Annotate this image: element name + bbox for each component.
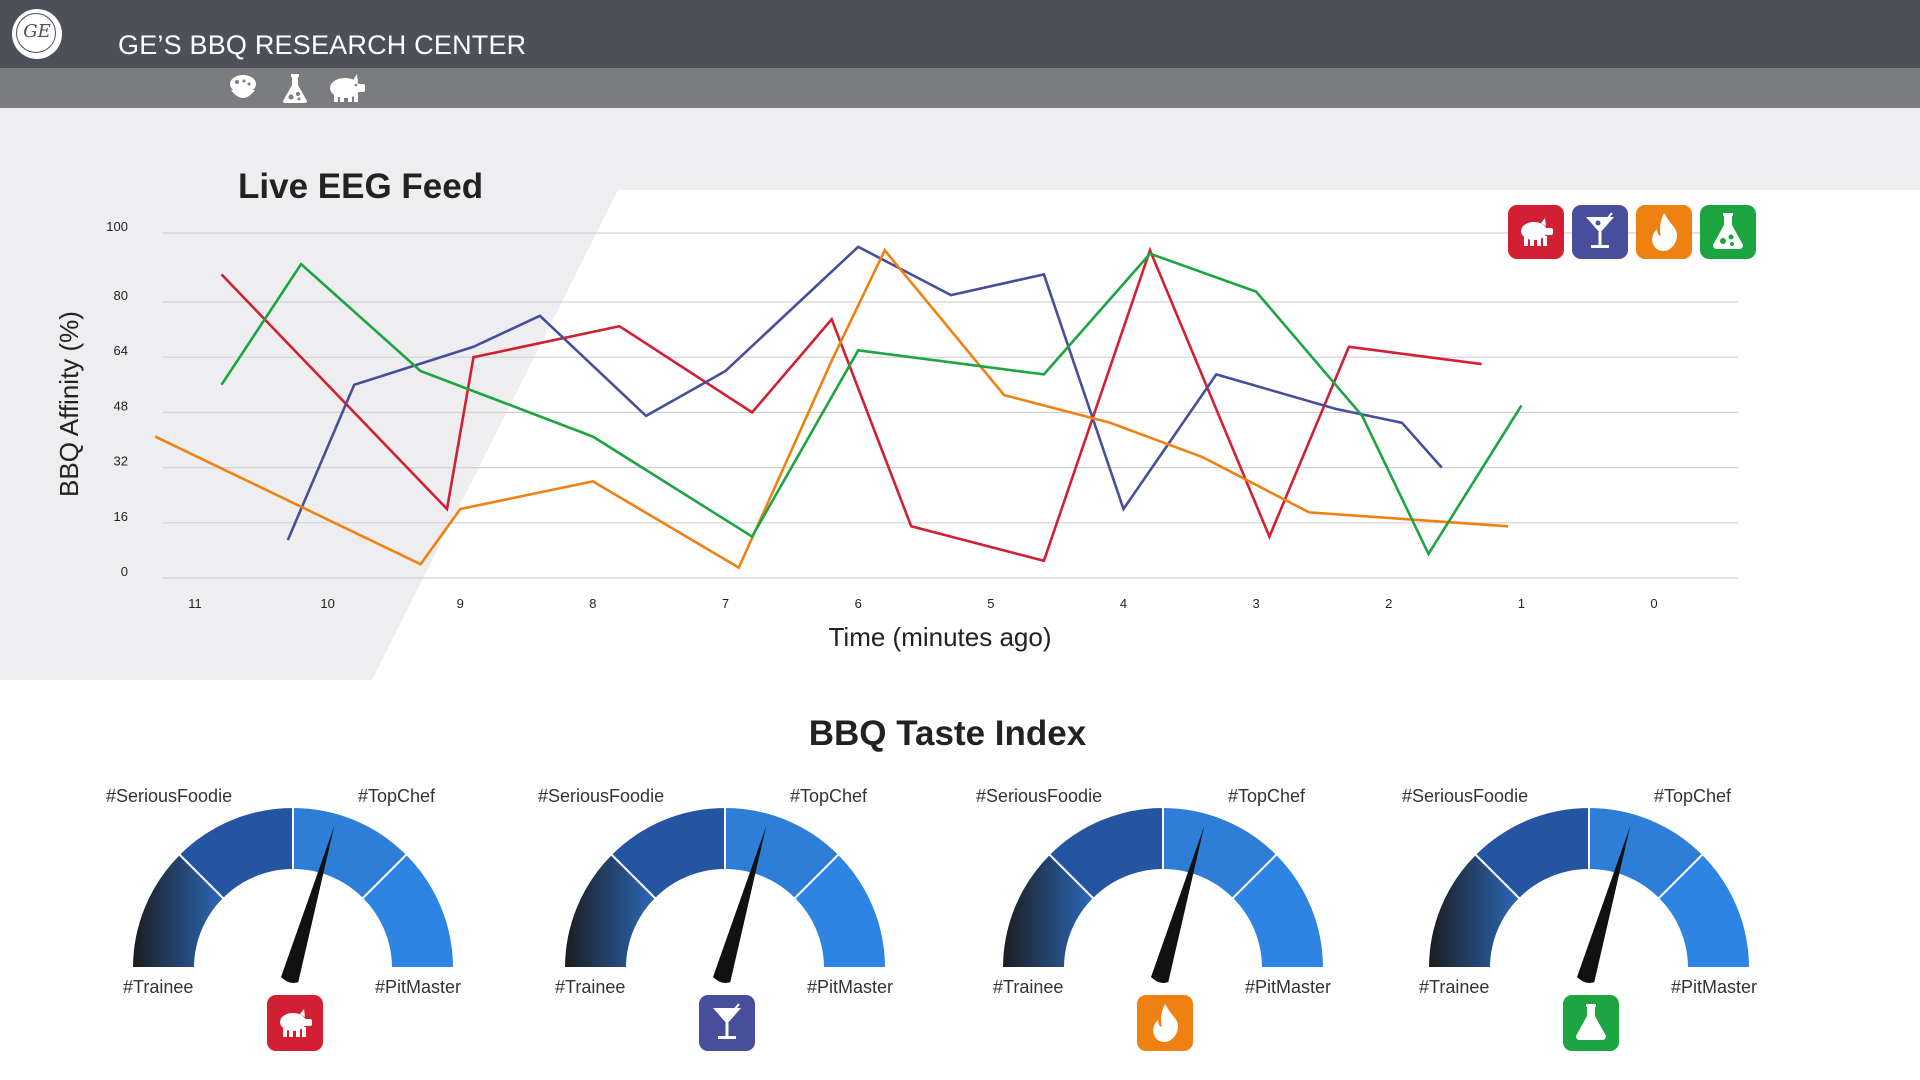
gauge-label-label-top-right: #TopChef	[790, 786, 868, 806]
pig-icon[interactable]	[267, 995, 323, 1051]
y-tick-label: 100	[106, 219, 128, 234]
x-tick-label: 0	[1650, 596, 1657, 611]
eeg-line-chart: Live EEG Feed 01632486480100 11 10 9 8 7 6 5 4 3…	[54, 167, 1738, 652]
y-axis-label: BBQ Affinity (%)	[54, 311, 84, 497]
gauge-label-label-top-left: #SeriousFoodie	[106, 786, 233, 806]
x-axis-label: Time (minutes ago)	[829, 622, 1052, 652]
x-tick-label: 4	[1120, 596, 1127, 611]
x-tick-label: 5	[987, 596, 994, 611]
flame-icon[interactable]	[1137, 995, 1193, 1051]
gauge-label-label-top-right: #TopChef	[358, 786, 436, 806]
x-tick-label: 8	[589, 596, 596, 611]
legend-pig-icon[interactable]	[1508, 205, 1564, 259]
gauge-label-label-top-left: #SeriousFoodie	[538, 786, 665, 806]
y-tick-label: 48	[114, 398, 128, 413]
gauge-label-label-bottom-right: #PitMaster	[1671, 977, 1758, 997]
x-tick-label: 10	[320, 596, 334, 611]
flask-icon[interactable]	[1563, 995, 1619, 1051]
x-tick-label: 7	[722, 596, 729, 611]
ge-logo[interactable]: GE	[12, 9, 62, 59]
x-tick-label: 9	[457, 596, 464, 611]
gauges-title: BBQ Taste Index	[808, 714, 1087, 753]
series-line-flame	[154, 247, 1509, 570]
flask-icon[interactable]	[280, 72, 310, 104]
gauge-label-label-bottom-left: #Trainee	[123, 977, 194, 997]
legend-cocktail-icon[interactable]	[1572, 205, 1628, 259]
x-tick-label: 11	[188, 596, 202, 611]
legend-flask-icon[interactable]	[1700, 205, 1756, 259]
x-tick-label: 2	[1385, 596, 1392, 611]
gauge-label-label-top-left: #SeriousFoodie	[976, 786, 1103, 806]
gauge-label-label-bottom-right: #PitMaster	[807, 977, 894, 997]
gauge-label-label-bottom-left: #Trainee	[993, 977, 1064, 997]
gauge-label-label-top-left: #SeriousFoodie	[1402, 786, 1529, 806]
gauge-label-label-bottom-left: #Trainee	[555, 977, 626, 997]
y-tick-label: 16	[114, 509, 128, 524]
y-tick-label: 64	[114, 343, 128, 358]
legend-flame-icon[interactable]	[1636, 205, 1692, 259]
chef-icon[interactable]	[228, 72, 258, 104]
series-line-pig	[220, 246, 1482, 563]
x-tick-label: 3	[1252, 596, 1259, 611]
y-tick-label: 80	[114, 288, 128, 303]
x-tick-label: 6	[855, 596, 862, 611]
taste-gauge: #SeriousFoodie #TopChef #Trainee #PitMaster	[532, 785, 894, 1055]
cocktail-icon[interactable]	[699, 995, 755, 1051]
y-tick-label: 32	[114, 454, 128, 469]
taste-gauge: #SeriousFoodie #TopChef #Trainee #PitMaster	[970, 785, 1332, 1055]
chart-title: Live EEG Feed	[238, 167, 483, 206]
logo-text: GE	[23, 21, 51, 42]
gauge-label-label-top-right: #TopChef	[1228, 786, 1306, 806]
app-title: GE’S BBQ RESEARCH CENTER	[118, 30, 527, 60]
gauge-label-label-bottom-right: #PitMaster	[1245, 977, 1332, 997]
taste-gauge: #SeriousFoodie #TopChef #Trainee #PitMaster	[1396, 785, 1758, 1055]
gauge-label-label-top-right: #TopChef	[1654, 786, 1732, 806]
taste-gauge: #SeriousFoodie #TopChef #Trainee #PitMaster	[100, 785, 462, 1055]
x-tick-label: 1	[1518, 596, 1525, 611]
gauge-label-label-bottom-right: #PitMaster	[375, 977, 462, 997]
y-tick-label: 0	[121, 564, 128, 579]
pig-icon[interactable]	[325, 72, 367, 104]
gauge-label-label-bottom-left: #Trainee	[1419, 977, 1490, 997]
